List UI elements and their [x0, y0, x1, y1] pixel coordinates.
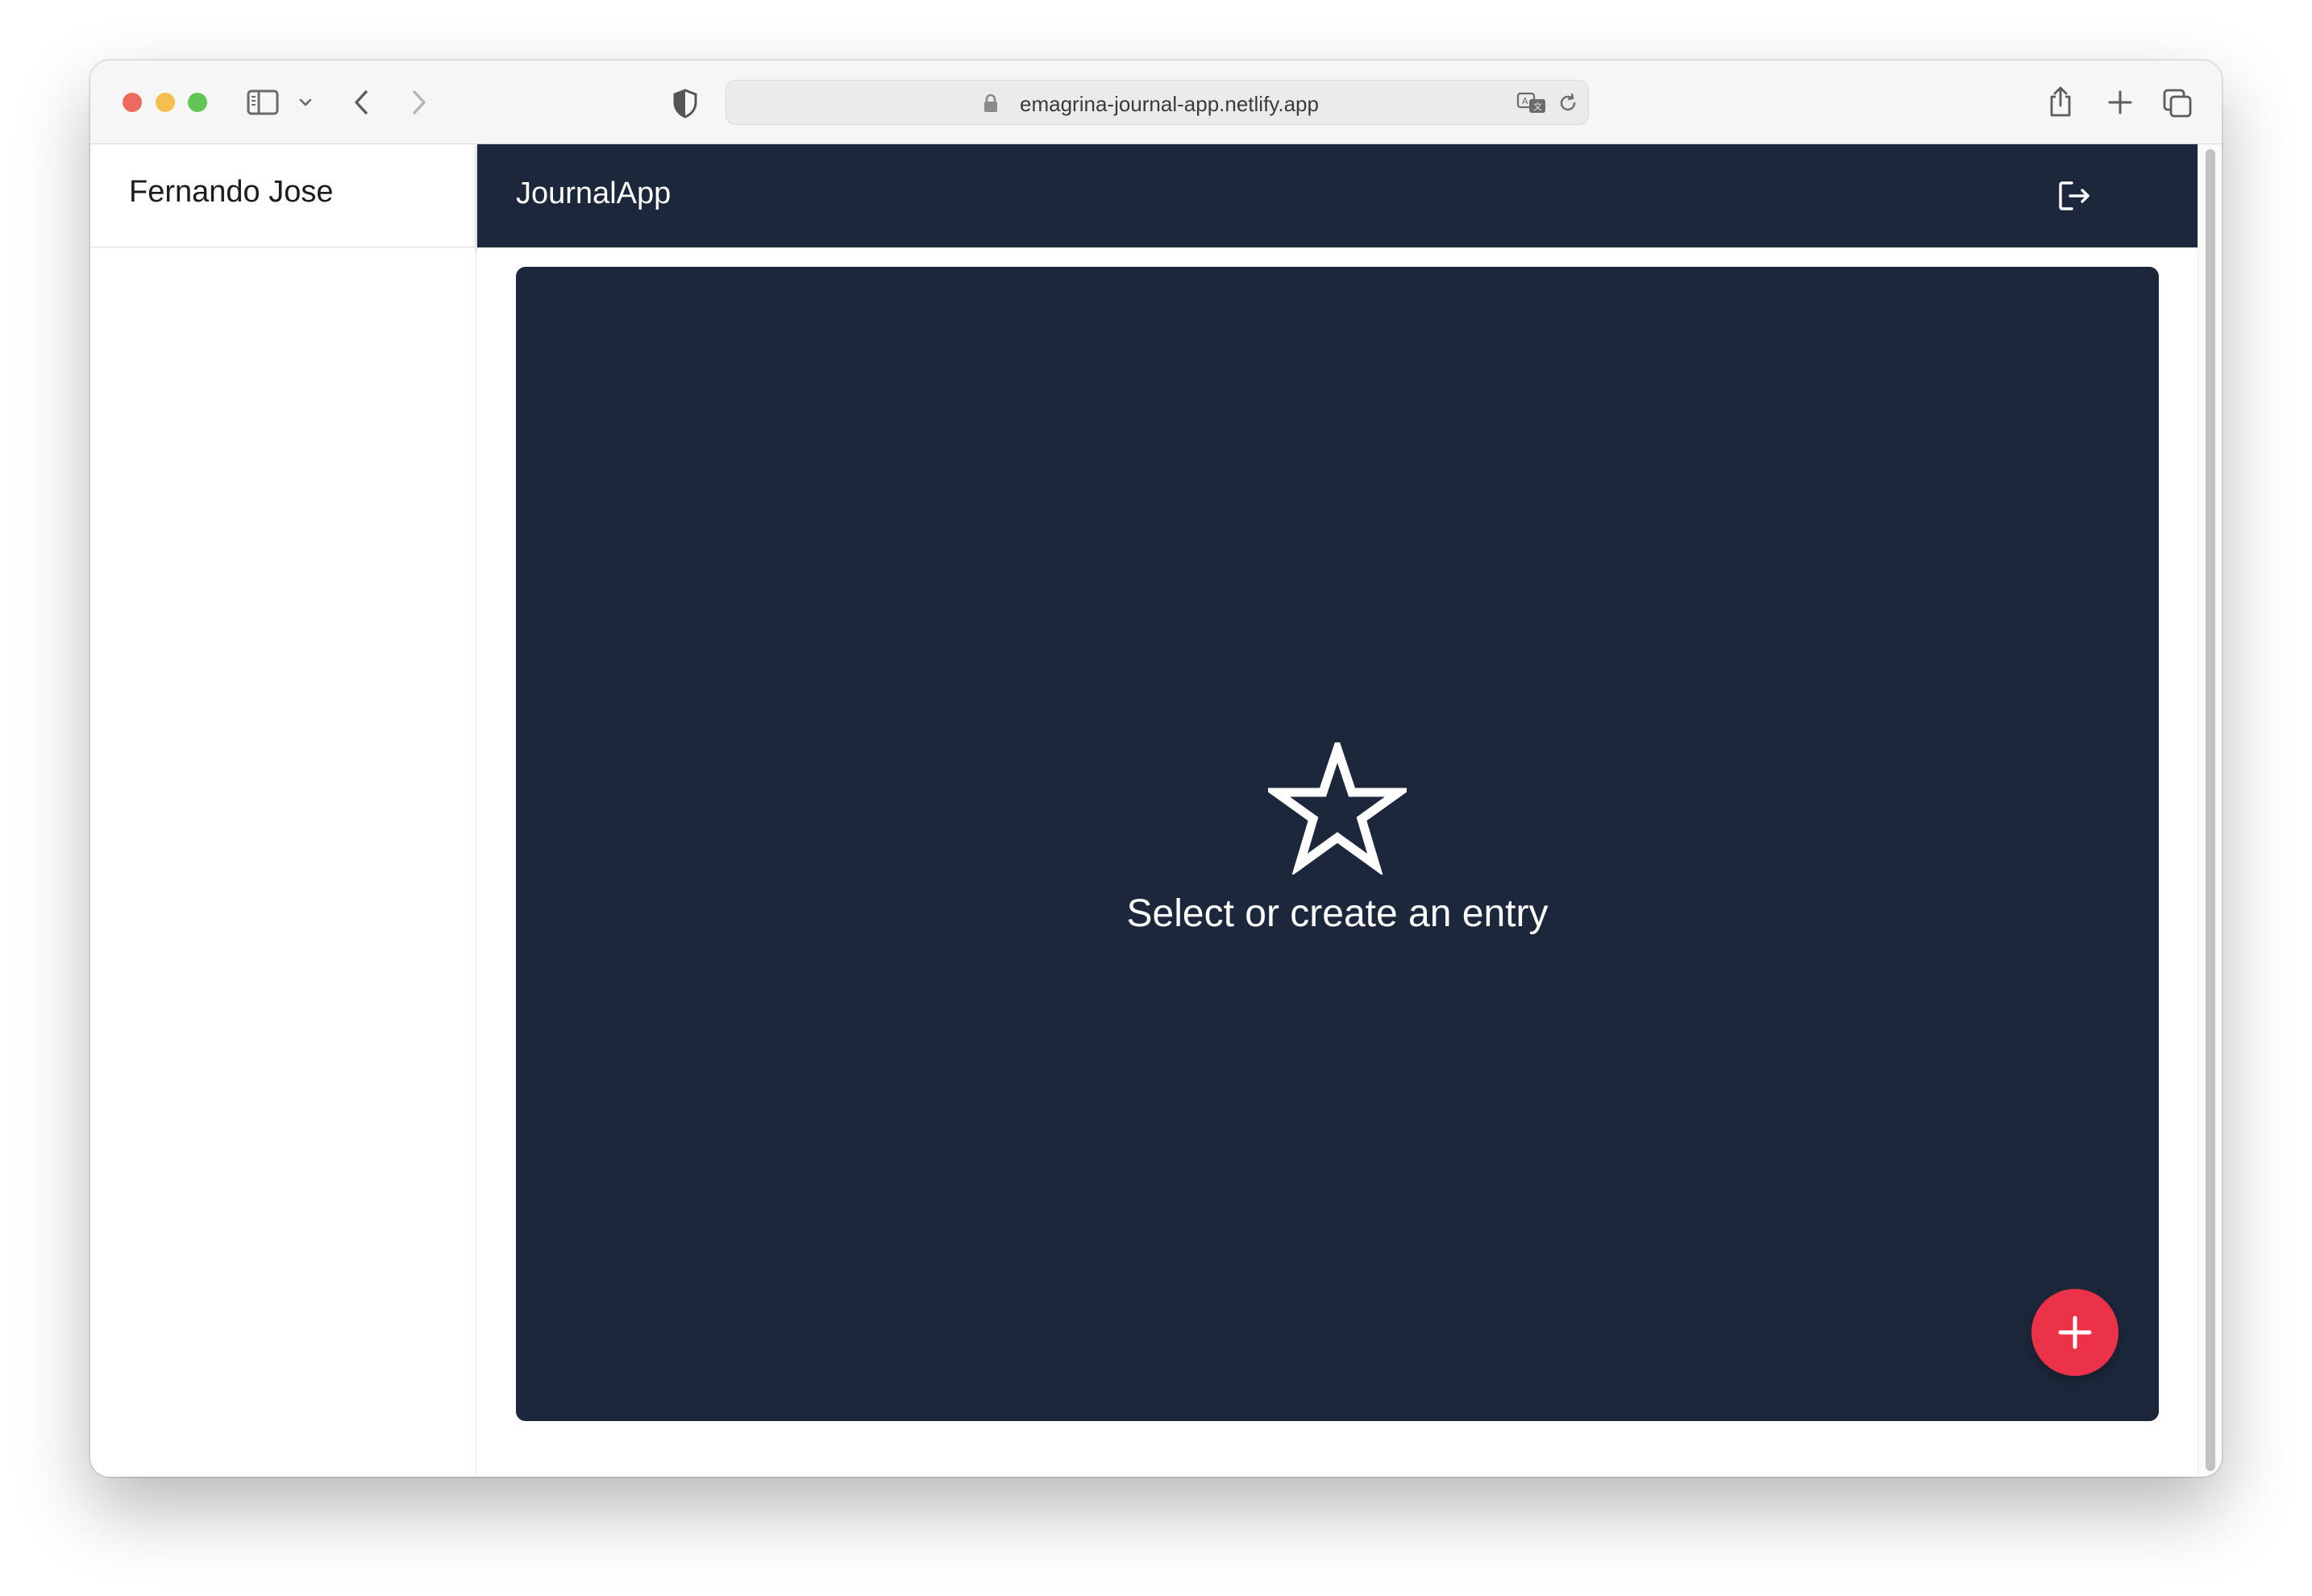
svg-text:A: A — [1522, 96, 1528, 106]
sidebar: Fernando Jose — [90, 144, 476, 1477]
no-entry-panel: Select or create an entry — [516, 267, 2159, 1421]
sidebar-header: Fernando Jose — [90, 144, 476, 247]
star-outline-icon — [1262, 734, 1413, 876]
user-name: Fernando Jose — [129, 175, 334, 209]
shield-icon[interactable] — [672, 88, 698, 118]
plus-icon — [2058, 1315, 2092, 1349]
address-bar[interactable]: emagrina-journal-app.netlify.app A 文 — [726, 80, 1589, 125]
chevron-down-icon[interactable] — [298, 97, 313, 108]
sidebar-toggle-icon[interactable] — [247, 89, 279, 115]
main-content: Select or create an entry — [477, 247, 2198, 1477]
back-icon[interactable] — [350, 88, 372, 117]
empty-state-text: Select or create an entry — [1126, 892, 1549, 935]
reload-icon[interactable] — [1557, 92, 1579, 114]
url-text: emagrina-journal-app.netlify.app — [1020, 92, 1319, 116]
browser-window: emagrina-journal-app.netlify.app A 文 Fer… — [90, 60, 2222, 1477]
app-bar: JournalApp — [477, 144, 2198, 247]
app-title: JournalApp — [516, 177, 672, 210]
empty-state: Select or create an entry — [516, 734, 2159, 936]
forward-icon[interactable] — [408, 88, 430, 117]
scrollbar-thumb[interactable] — [2206, 149, 2215, 1471]
new-tab-icon[interactable] — [2107, 89, 2133, 115]
logout-icon — [2059, 181, 2090, 210]
browser-toolbar: emagrina-journal-app.netlify.app A 文 — [90, 60, 2222, 144]
translate-icon[interactable]: A 文 — [1516, 92, 1549, 114]
tab-overview-icon[interactable] — [2162, 88, 2193, 118]
logout-button[interactable] — [2052, 173, 2098, 218]
page-scrollbar[interactable] — [2198, 144, 2222, 1477]
close-window-button[interactable] — [123, 93, 142, 112]
share-icon[interactable] — [2046, 85, 2075, 118]
minimize-window-button[interactable] — [156, 93, 175, 112]
zoom-window-button[interactable] — [188, 93, 207, 112]
svg-text:文: 文 — [1533, 101, 1542, 112]
add-entry-button[interactable] — [2031, 1289, 2119, 1376]
